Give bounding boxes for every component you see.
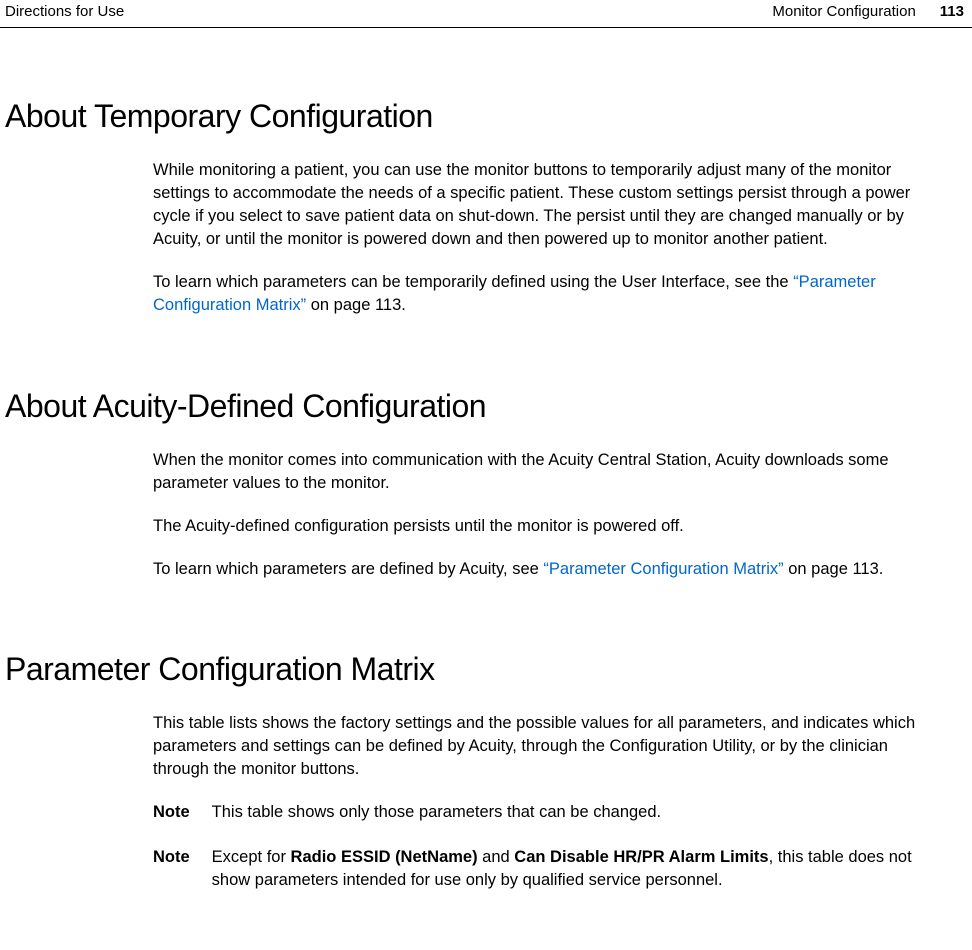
note-block: Note This table shows only those paramet… (153, 801, 943, 824)
heading-temporary-config: About Temporary Configuration (5, 98, 967, 135)
heading-param-config-matrix: Parameter Configuration Matrix (5, 651, 967, 688)
note-block: Note Except for Radio ESSID (NetName) an… (153, 846, 943, 892)
paragraph: While monitoring a patient, you can use … (153, 159, 943, 251)
header-section: Monitor Configuration (772, 3, 915, 20)
header-left-title: Directions for Use (5, 3, 124, 20)
note-label: Note (153, 846, 190, 892)
header-right: Monitor Configuration 113 (772, 3, 964, 20)
note-text: Except for Radio ESSID (NetName) and Can… (212, 846, 943, 892)
note-text: This table shows only those parameters t… (212, 801, 943, 824)
heading-acuity-config: About Acuity-Defined Configuration (5, 388, 967, 425)
paragraph: The Acuity-defined configuration persist… (153, 515, 943, 538)
page-content: About Temporary Configuration While moni… (0, 98, 972, 893)
paragraph: This table lists shows the factory setti… (153, 712, 943, 781)
paragraph: When the monitor comes into communicatio… (153, 449, 943, 495)
page-number: 113 (940, 3, 964, 20)
note-label: Note (153, 801, 190, 824)
page-header: Directions for Use Monitor Configuration… (0, 0, 972, 28)
link-param-config-matrix[interactable]: “Parameter Configuration Matrix” (543, 560, 783, 578)
paragraph: To learn which parameters can be tempora… (153, 271, 943, 317)
paragraph: To learn which parameters are defined by… (153, 558, 943, 581)
